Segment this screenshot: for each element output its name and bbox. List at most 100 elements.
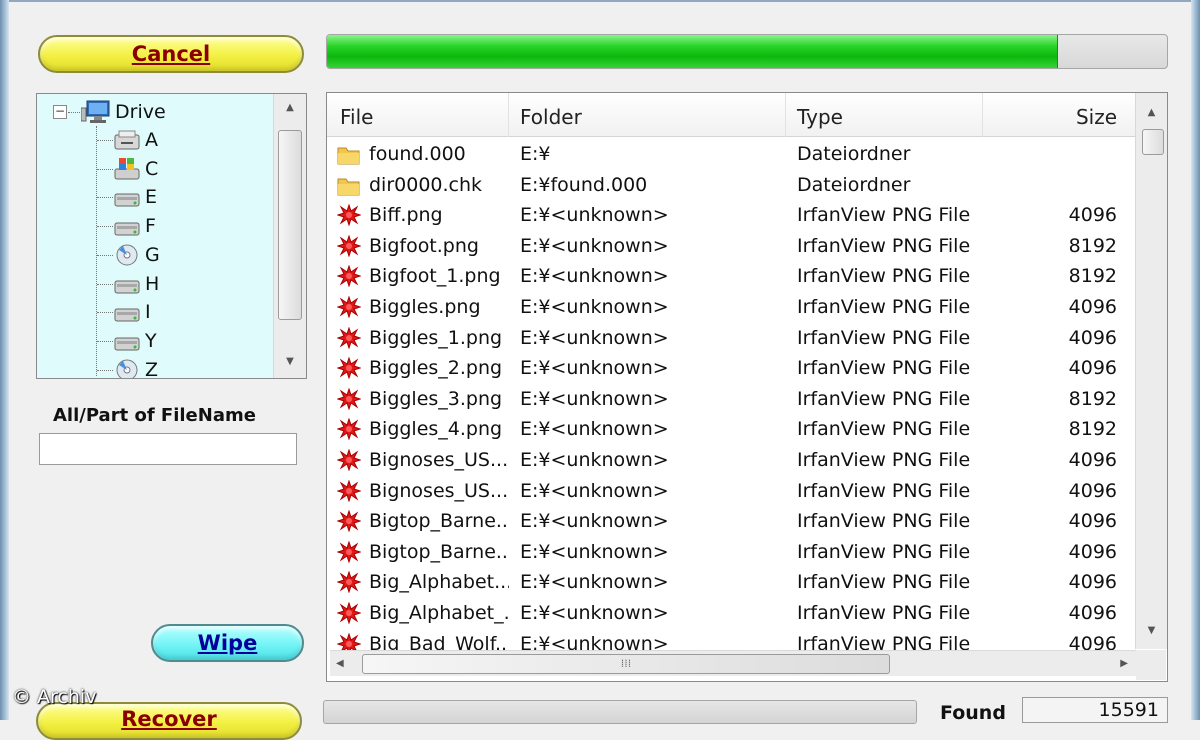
- scroll-up-arrow-icon[interactable]: ▲: [1136, 103, 1167, 123]
- tree-connector: [97, 340, 113, 342]
- folder-cell: E:¥<unknown>: [520, 296, 669, 318]
- list-hscroll-thumb[interactable]: ⁞⁞⁞: [362, 654, 890, 674]
- table-row[interactable]: Big_Alphabet_... E:¥<unknown> IrfanView PN…: [327, 598, 1135, 629]
- table-row[interactable]: Bignoses_US... E:¥<unknown> IrfanView PNG …: [327, 476, 1135, 507]
- size-cell: 4096: [1068, 357, 1117, 380]
- scroll-up-arrow-icon[interactable]: ▲: [274, 98, 306, 118]
- hard-drive-icon: [114, 337, 140, 351]
- size-cell: [983, 170, 1117, 200]
- scroll-left-arrow-icon[interactable]: ◀: [336, 653, 344, 675]
- found-label: Found: [940, 702, 1006, 724]
- wipe-button[interactable]: Wipe: [151, 624, 304, 662]
- drive-item[interactable]: E: [113, 183, 157, 211]
- type-cell: IrfanView PNG File: [797, 204, 971, 227]
- type-cell: IrfanView PNG File: [797, 479, 971, 502]
- column-header-type[interactable]: Type: [786, 93, 983, 137]
- recover-progress-bar: [323, 700, 917, 724]
- table-row[interactable]: Biggles_1.png E:¥<unknown> IrfanView PNG F…: [327, 323, 1135, 354]
- folder-cell: E:¥<unknown>: [520, 265, 669, 288]
- list-scroll-thumb[interactable]: [1142, 129, 1164, 155]
- folder-cell: E:¥<unknown>: [520, 571, 669, 594]
- hard-drive-icon: [114, 193, 140, 207]
- folder-cell: E:¥<unknown>: [520, 449, 669, 471]
- list-horizontal-scrollbar[interactable]: ◀ ⁞⁞⁞ ▶: [330, 650, 1136, 676]
- window-right-border: [1191, 0, 1200, 720]
- list-vertical-scrollbar[interactable]: ▲ ▼: [1135, 93, 1167, 649]
- drive-item[interactable]: I: [113, 298, 151, 326]
- file-name-cell: Biggles_3.png: [369, 387, 503, 410]
- type-cell: IrfanView PNG File: [797, 602, 971, 624]
- drive-item[interactable]: H: [113, 270, 159, 298]
- table-row[interactable]: Big_Alphabet... E:¥<unknown> IrfanView PNG…: [327, 567, 1135, 598]
- type-cell: IrfanView PNG File: [797, 265, 971, 288]
- type-cell: IrfanView PNG File: [797, 326, 971, 349]
- cd-drive-icon: [116, 359, 138, 378]
- folder-cell: E:¥<unknown>: [520, 234, 669, 257]
- irfanview-icon: [337, 571, 361, 594]
- type-cell: IrfanView PNG File: [797, 357, 971, 380]
- drive-item[interactable]: Z: [113, 356, 158, 378]
- size-cell: 4096: [1068, 571, 1117, 594]
- scroll-down-arrow-icon[interactable]: ▼: [274, 352, 306, 372]
- folder-cell: E:¥<unknown>: [520, 540, 669, 563]
- table-row[interactable]: Biff.png E:¥<unknown> IrfanView PNG File 40…: [327, 200, 1135, 231]
- table-row[interactable]: Bigfoot.png E:¥<unknown> IrfanView PNG Fil…: [327, 231, 1135, 262]
- drive-item[interactable]: C: [113, 155, 158, 183]
- file-list[interactable]: File Folder Type Size found.000 E:¥ Dateio…: [326, 92, 1168, 682]
- type-cell: IrfanView PNG File: [797, 387, 971, 410]
- drive-item[interactable]: A: [113, 126, 158, 154]
- size-cell: 4096: [1068, 326, 1117, 349]
- tree-connector: [97, 369, 113, 371]
- column-header-folder[interactable]: Folder: [509, 93, 786, 137]
- folder-cell: E:¥<unknown>: [520, 510, 669, 533]
- scroll-down-arrow-icon[interactable]: ▼: [1136, 621, 1167, 641]
- irfanview-icon: [337, 387, 361, 410]
- irfanview-icon: [337, 479, 361, 502]
- drive-letter: C: [145, 157, 159, 180]
- file-name-cell: dir0000.chk: [369, 173, 483, 196]
- table-row[interactable]: Biggles_3.png E:¥<unknown> IrfanView PNG F…: [327, 384, 1135, 415]
- column-header-size[interactable]: Size: [983, 93, 1135, 137]
- file-name-cell: Bignoses_US...: [369, 449, 509, 471]
- drive-letter: Y: [145, 329, 157, 352]
- folder-cell: E:¥<unknown>: [520, 357, 669, 380]
- irfanview-icon: [337, 296, 361, 318]
- size-cell: [983, 139, 1117, 169]
- folder-icon: [337, 178, 360, 196]
- size-cell: 4096: [1068, 602, 1117, 624]
- drive-item[interactable]: G: [113, 241, 160, 269]
- cancel-button[interactable]: Cancel: [38, 35, 304, 73]
- progress-fill: [327, 35, 1058, 68]
- drive-item[interactable]: Y: [113, 327, 157, 355]
- column-header-file[interactable]: File: [327, 93, 509, 137]
- drive-letter: G: [145, 243, 160, 266]
- tree-root[interactable]: Drive: [81, 98, 166, 126]
- table-row[interactable]: Bigfoot_1.png E:¥<unknown> IrfanView PNG F…: [327, 261, 1135, 292]
- table-row[interactable]: Biggles.png E:¥<unknown> IrfanView PNG Fil…: [327, 292, 1135, 323]
- table-row[interactable]: Biggles_4.png E:¥<unknown> IrfanView PNG F…: [327, 414, 1135, 445]
- type-cell: IrfanView PNG File: [797, 234, 971, 257]
- table-row[interactable]: dir0000.chk E:¥found.000 Dateiordner: [327, 170, 1135, 201]
- table-row[interactable]: found.000 E:¥ Dateiordner: [327, 139, 1135, 170]
- file-name-cell: found.000: [369, 143, 466, 165]
- drive-tree-content: − Drive ACEFGHIYZ: [37, 94, 273, 378]
- scroll-right-arrow-icon[interactable]: ▶: [1120, 653, 1128, 675]
- size-cell: 4096: [1068, 479, 1117, 502]
- tree-scrollbar[interactable]: ▲ ▼: [273, 94, 306, 378]
- drive-letter: I: [145, 301, 151, 324]
- table-row[interactable]: Bigtop_Barne... E:¥<unknown> IrfanView PNG…: [327, 537, 1135, 568]
- drive-item[interactable]: F: [113, 212, 156, 240]
- windows-drive-icon: [114, 157, 140, 180]
- type-cell: IrfanView PNG File: [797, 540, 971, 563]
- collapse-icon[interactable]: −: [53, 105, 67, 119]
- file-name-cell: Big_Alphabet...: [369, 571, 509, 594]
- table-row[interactable]: Bigtop_Barne... E:¥<unknown> IrfanView PNG…: [327, 506, 1135, 537]
- table-row[interactable]: Biggles_2.png E:¥<unknown> IrfanView PNG F…: [327, 353, 1135, 384]
- filename-filter-input[interactable]: [39, 433, 297, 465]
- tree-scroll-thumb[interactable]: [278, 130, 302, 320]
- list-header: File Folder Type Size: [327, 93, 1135, 137]
- tree-connector: [97, 168, 113, 170]
- irfanview-icon: [337, 234, 361, 257]
- drive-tree[interactable]: − Drive ACEFGHIYZ ▲ ▼: [36, 93, 307, 379]
- table-row[interactable]: Bignoses_US... E:¥<unknown> IrfanView PNG …: [327, 445, 1135, 476]
